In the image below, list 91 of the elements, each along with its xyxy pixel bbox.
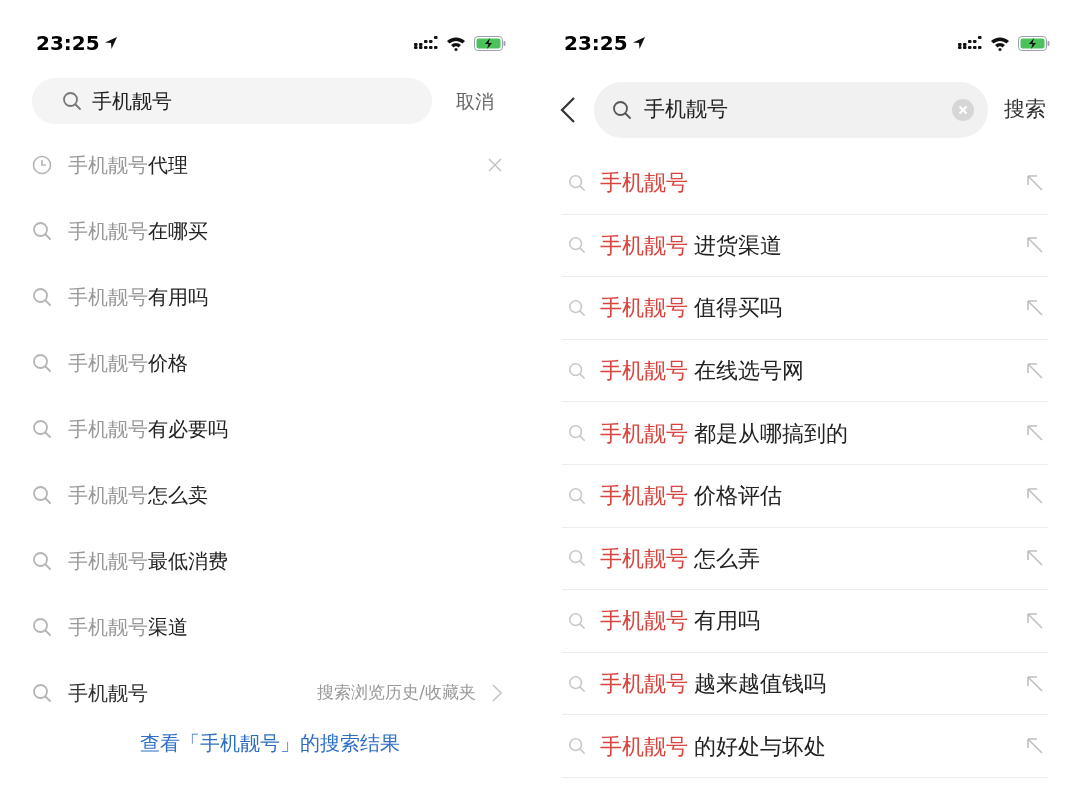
suggestion-item[interactable]: 手机靓号渠道 (0, 594, 540, 660)
suggestion-text: 手机靓号 的好处与坏处 (600, 732, 826, 761)
status-time: 23:25 (564, 30, 628, 57)
suggestion-item[interactable]: 手机靓号有必要吗 (0, 396, 540, 462)
search-icon (568, 173, 586, 192)
suggestion-text: 手机靓号 (600, 169, 688, 198)
fill-arrow-icon[interactable] (1026, 737, 1044, 756)
search-icon (32, 353, 52, 373)
suggestion-text: 手机靓号在哪买 (68, 218, 208, 245)
wifi-icon (990, 35, 1010, 51)
search-field[interactable]: 手机靓号 (32, 78, 432, 124)
search-icon (568, 236, 586, 255)
suggestion-text: 手机靓号 进货渠道 (600, 231, 782, 260)
location-arrow-icon (631, 36, 646, 50)
suggestion-item[interactable]: 手机靓号 越来越值钱吗 (562, 652, 1048, 716)
search-icon (62, 91, 82, 111)
search-icon (568, 611, 586, 630)
search-icon (568, 549, 586, 568)
status-time: 23:25 (36, 30, 100, 57)
clear-icon[interactable] (952, 99, 974, 121)
search-icon (32, 287, 52, 307)
suggestion-item[interactable]: 手机靓号怎么卖 (0, 462, 540, 528)
search-icon (32, 683, 52, 703)
search-query: 手机靓号 (92, 88, 172, 115)
search-query: 手机靓号 (644, 96, 728, 124)
suggestion-text: 手机靓号最低消费 (68, 548, 228, 575)
search-icon (32, 617, 52, 637)
suggestion-text: 手机靓号有用吗 (68, 284, 208, 311)
chevron-right-icon (492, 684, 502, 702)
suggestion-text: 手机靓号 越来越值钱吗 (600, 670, 826, 699)
suggestion-item[interactable]: 手机靓号代理 (0, 132, 540, 198)
search-icon (568, 361, 586, 380)
search-icon (32, 221, 52, 241)
suggestion-text: 手机靓号渠道 (68, 614, 188, 641)
battery-charging-icon (1018, 35, 1050, 51)
fill-arrow-icon[interactable] (1026, 424, 1044, 443)
signal-icon (414, 36, 438, 50)
suggestion-item[interactable]: 手机靓号最低消费 (0, 528, 540, 594)
fill-arrow-icon[interactable] (1026, 486, 1044, 505)
suggestion-item[interactable]: 手机靓号有用吗 (0, 264, 540, 330)
suggestion-text: 手机靓号 价格评估 (600, 482, 782, 511)
suggestion-item[interactable]: 手机靓号 搜索浏览历史/收藏夹 (0, 660, 540, 726)
suggestion-text: 手机靓号 在线选号网 (600, 357, 804, 386)
battery-charging-icon (474, 35, 506, 51)
search-icon (32, 485, 52, 505)
search-icon (612, 100, 632, 120)
search-field[interactable]: 手机靓号 (594, 82, 988, 138)
fill-arrow-icon[interactable] (1026, 611, 1044, 630)
fill-arrow-icon[interactable] (1026, 674, 1044, 693)
suggestion-item[interactable]: 手机靓号 有用吗 (562, 590, 1048, 653)
search-button[interactable]: 搜索 (1004, 94, 1046, 126)
close-icon[interactable] (488, 158, 502, 172)
suggestion-text: 手机靓号 (68, 680, 148, 707)
back-icon[interactable] (560, 97, 576, 123)
search-icon (568, 424, 586, 443)
fill-arrow-icon[interactable] (1026, 299, 1044, 317)
wifi-icon (446, 35, 466, 51)
search-icon (32, 419, 52, 439)
suggestion-text: 手机靓号 怎么弄 (600, 544, 760, 573)
suggestion-item[interactable]: 手机靓号 进货渠道 (562, 214, 1048, 278)
suggestion-text: 手机靓号 值得买吗 (600, 294, 782, 323)
search-icon (568, 299, 586, 317)
suggestion-item[interactable]: 手机靓号 (562, 152, 1048, 215)
cancel-button[interactable]: 取消 (456, 86, 494, 116)
suggestion-item[interactable]: 手机靓号在哪买 (0, 198, 540, 264)
suggestion-text: 手机靓号有必要吗 (68, 416, 228, 443)
fill-arrow-icon[interactable] (1026, 173, 1044, 192)
suggestion-item[interactable]: 手机靓号价格 (0, 330, 540, 396)
search-icon (568, 674, 586, 693)
suggestion-text: 手机靓号价格 (68, 350, 188, 377)
search-icon (568, 486, 586, 505)
location-arrow-icon (103, 36, 118, 50)
fill-arrow-icon[interactable] (1026, 361, 1044, 380)
fill-arrow-icon[interactable] (1026, 549, 1044, 568)
search-icon (568, 737, 586, 756)
suggestion-text: 手机靓号 有用吗 (600, 607, 760, 636)
suggestion-item[interactable]: 手机靓号 在线选号网 (562, 339, 1048, 403)
suggestion-hint: 搜索浏览历史/收藏夹 (317, 681, 476, 705)
suggestion-text: 手机靓号怎么卖 (68, 482, 208, 509)
fill-arrow-icon[interactable] (1026, 236, 1044, 255)
suggestion-item[interactable]: 手机靓号 价格评估 (562, 464, 1048, 528)
search-results-link[interactable]: 查看「手机靓号」的搜索结果 (140, 728, 400, 758)
suggestion-text: 手机靓号代理 (68, 152, 188, 179)
suggestion-item[interactable]: 手机靓号 的好处与坏处 (562, 715, 1048, 778)
clock-icon (32, 155, 52, 175)
suggestion-item[interactable]: 手机靓号 都是从哪搞到的 (562, 402, 1048, 465)
signal-icon (958, 36, 982, 50)
suggestion-item[interactable]: 手机靓号 值得买吗 (562, 277, 1048, 340)
suggestion-item[interactable]: 手机靓号 怎么弄 (562, 527, 1048, 591)
search-icon (32, 551, 52, 571)
suggestion-text: 手机靓号 都是从哪搞到的 (600, 419, 848, 448)
